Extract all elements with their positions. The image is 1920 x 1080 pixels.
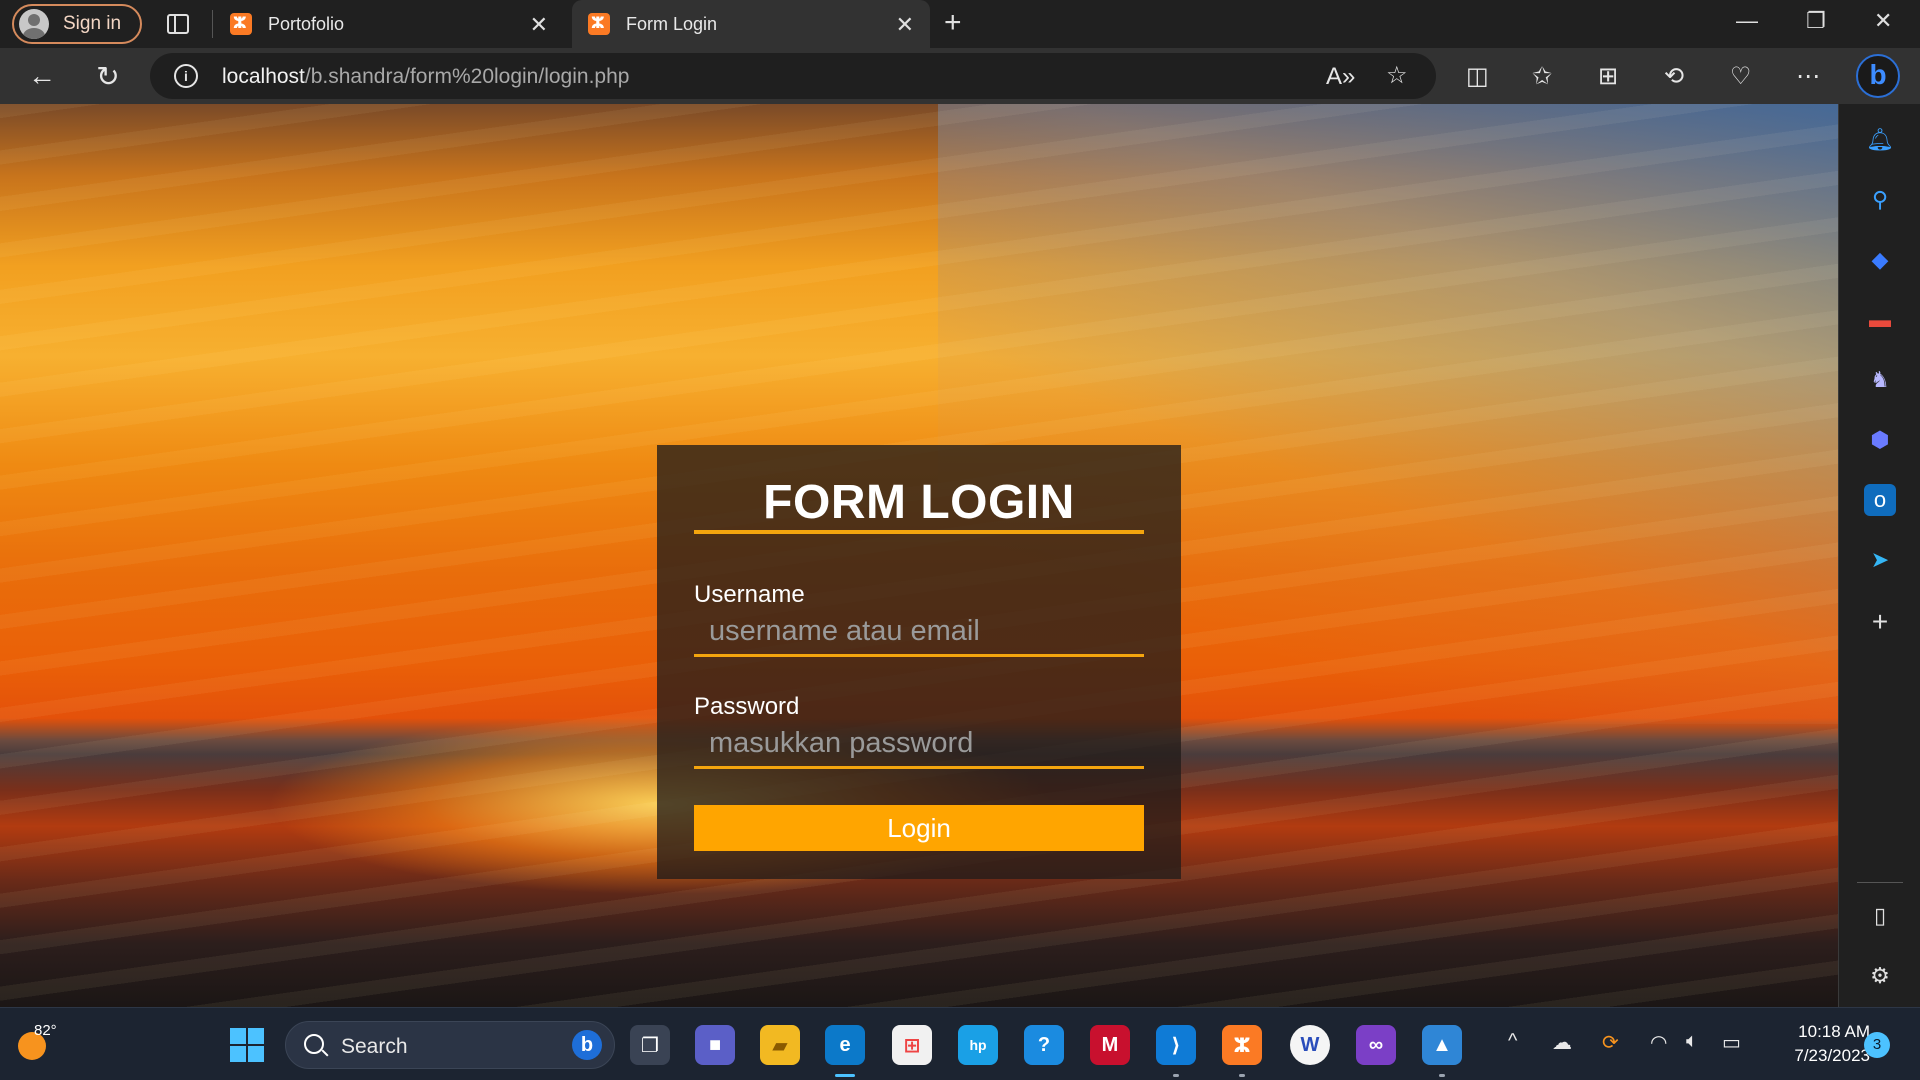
restore-window-button[interactable]: ❐ — [1806, 8, 1826, 34]
tab-actions-menu-button[interactable] — [164, 10, 192, 38]
url-host: localhost — [222, 65, 305, 88]
new-tab-button[interactable]: + — [944, 6, 962, 40]
url-text[interactable]: localhost/b.shandra/form%20login/login.p… — [222, 65, 629, 89]
tab-title: Portofolio — [268, 13, 345, 34]
tab-title: Form Login — [626, 13, 718, 34]
windows-logo-icon — [230, 1028, 246, 1044]
bing-copilot-button[interactable]: b — [1856, 54, 1900, 98]
weather-widget[interactable]: 82° — [16, 1022, 57, 1060]
history-icon[interactable]: ⟲ — [1664, 62, 1684, 91]
browser-essentials-icon[interactable]: ♡ — [1730, 62, 1752, 91]
password-input[interactable] — [694, 721, 1144, 769]
mcafee-icon[interactable]: M — [1090, 1025, 1130, 1065]
username-input[interactable] — [694, 609, 1144, 657]
clock-date: 7/23/2023 — [1794, 1046, 1870, 1065]
windows-logo-icon — [248, 1046, 264, 1062]
notifications-bell-icon[interactable]: 🔔︎ — [1864, 124, 1896, 156]
site-info-icon[interactable]: i — [174, 64, 198, 88]
visual-studio-icon[interactable]: ∞ — [1356, 1025, 1396, 1065]
tab-actions-icon — [167, 14, 189, 34]
password-label: Password — [694, 693, 800, 720]
back-button[interactable]: ← — [24, 58, 60, 94]
search-icon[interactable]: ⚲ — [1864, 184, 1896, 216]
login-form: FORM LOGIN Username Password Login — [657, 445, 1181, 879]
start-button[interactable] — [230, 1028, 264, 1062]
sidebar-divider — [1857, 882, 1903, 883]
arrow-left-icon: ← — [28, 60, 56, 91]
web-page-viewport: FORM LOGIN Username Password Login — [0, 104, 1838, 1007]
xampp-favicon-icon — [588, 13, 610, 35]
xampp-favicon-icon — [230, 13, 252, 35]
games-icon[interactable]: ♞ — [1864, 364, 1896, 396]
volume-icon[interactable]: 🔈︎ — [1686, 1030, 1698, 1053]
shopping-tag-icon[interactable]: ◆ — [1864, 244, 1896, 276]
edge-sidebar: 🔔︎ ⚲ ◆ ▬ ♞ ⬢ o ➤ + ▯ ⚙ — [1838, 104, 1920, 1007]
tools-toolbox-icon[interactable]: ▬ — [1864, 304, 1896, 336]
vscode-icon[interactable]: ⟩ — [1156, 1025, 1196, 1077]
search-icon — [304, 1034, 324, 1054]
wifi-icon[interactable]: ◠ — [1650, 1030, 1667, 1055]
bing-icon: b — [572, 1030, 602, 1060]
profile-sign-in-button[interactable]: Sign in — [12, 4, 142, 44]
address-bar[interactable]: i localhost/b.shandra/form%20login/login… — [150, 53, 1436, 99]
url-path: /b.shandra/form%20login/login.php — [304, 65, 630, 88]
windows-logo-icon — [248, 1028, 264, 1044]
taskbar-search-box[interactable]: Search b — [285, 1021, 615, 1069]
close-tab-icon[interactable]: ✕ — [530, 12, 548, 38]
outlook-icon[interactable]: o — [1864, 484, 1896, 516]
close-window-button[interactable]: ✕ — [1874, 8, 1892, 34]
taskbar-search-label: Search — [341, 1035, 408, 1058]
add-sidebar-app-icon[interactable]: + — [1864, 606, 1896, 638]
windows-taskbar: 82° Search b ❐ ■ ▰ e ⊞ hp ? M ⟩ ⵣ W ∞ ▲ … — [0, 1007, 1920, 1080]
favorites-icon[interactable]: ✩ — [1532, 62, 1552, 91]
task-view-icon[interactable]: ❐ — [630, 1025, 670, 1065]
get-help-icon[interactable]: ? — [1024, 1025, 1064, 1065]
browser-tab-strip: Sign in Portofolio ✕ Form Login ✕ + — ❐ … — [0, 0, 1920, 48]
teams-chat-icon[interactable]: ■ — [695, 1025, 735, 1065]
read-aloud-icon[interactable]: A» — [1326, 63, 1355, 91]
onedrive-cloud-icon[interactable]: ☁ — [1552, 1030, 1572, 1055]
wps-office-icon[interactable]: W — [1290, 1025, 1330, 1065]
form-title: FORM LOGIN — [763, 476, 1075, 529]
weather-temperature: 82° — [34, 1022, 57, 1039]
notification-count-badge[interactable]: 3 — [1864, 1032, 1890, 1058]
sync-update-icon[interactable]: ⟳ — [1602, 1030, 1619, 1055]
clock-time: 10:18 AM — [1798, 1022, 1870, 1041]
browser-toolbar: ← ↻ i localhost/b.shandra/form%20login/l… — [0, 48, 1920, 104]
photos-icon[interactable]: ▲ — [1422, 1025, 1462, 1077]
title-underline — [694, 530, 1144, 534]
show-hidden-icons-chevron-icon[interactable]: ^ — [1508, 1030, 1517, 1053]
more-options-icon[interactable]: ⋯ — [1796, 62, 1820, 91]
system-clock[interactable]: 10:18 AM 7/23/2023 — [1760, 1020, 1870, 1068]
collections-icon[interactable]: ⊞ — [1598, 62, 1618, 91]
myhp-icon[interactable]: hp — [958, 1025, 998, 1065]
login-button[interactable]: Login — [694, 805, 1144, 851]
sidebar-settings-gear-icon[interactable]: ⚙ — [1864, 960, 1896, 992]
refresh-button[interactable]: ↻ — [90, 58, 126, 94]
split-screen-icon[interactable]: ◫ — [1466, 62, 1489, 91]
drop-send-icon[interactable]: ➤ — [1864, 544, 1896, 576]
favorite-star-icon[interactable]: ☆ — [1386, 61, 1408, 90]
microsoft-365-icon[interactable]: ⬢ — [1864, 424, 1896, 456]
windows-logo-icon — [230, 1046, 246, 1062]
tab-portofolio[interactable]: Portofolio ✕ — [224, 0, 564, 48]
close-tab-icon[interactable]: ✕ — [896, 12, 914, 38]
xampp-icon[interactable]: ⵣ — [1222, 1025, 1262, 1077]
profile-sign-in-label: Sign in — [63, 13, 122, 34]
hide-sidebar-icon[interactable]: ▯ — [1864, 900, 1896, 932]
minimize-window-button[interactable]: — — [1736, 8, 1758, 34]
refresh-icon: ↻ — [96, 60, 120, 92]
username-label: Username — [694, 581, 805, 608]
avatar-icon — [19, 9, 49, 39]
tab-form-login[interactable]: Form Login ✕ — [572, 0, 930, 48]
tab-divider — [212, 10, 213, 38]
edge-browser-icon[interactable]: e — [825, 1025, 865, 1077]
microsoft-store-icon[interactable]: ⊞ — [892, 1025, 932, 1065]
battery-icon[interactable]: ▭ — [1722, 1030, 1741, 1055]
file-explorer-icon[interactable]: ▰ — [760, 1025, 800, 1065]
